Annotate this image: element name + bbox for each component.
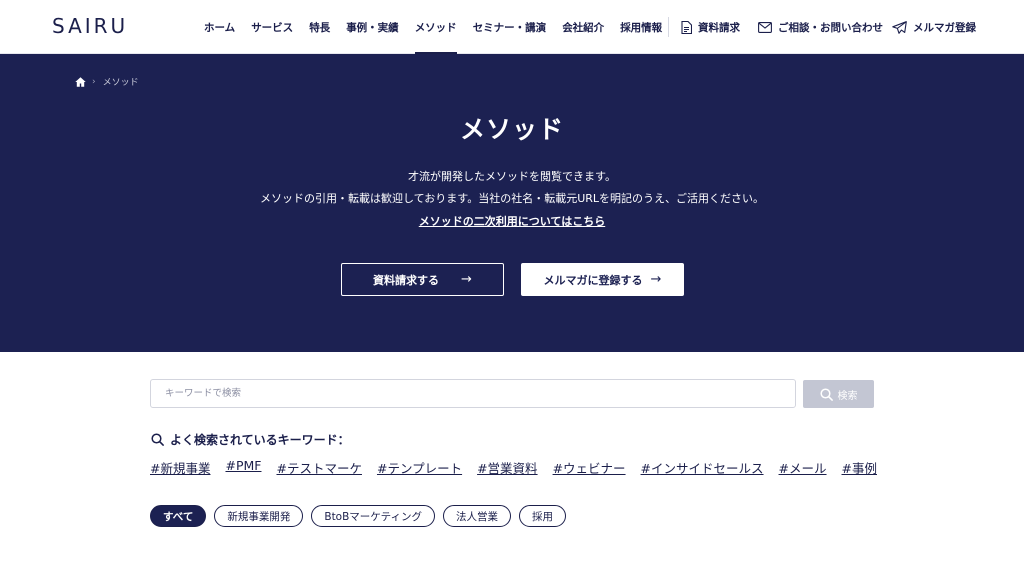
- main-nav: ホーム サービス 特長 事例・実績 メソッド セミナー・講演 会社紹介 採用情報: [204, 0, 678, 54]
- site-header: SAIRU ホーム サービス 特長 事例・実績 メソッド セミナー・講演 会社紹…: [0, 0, 1024, 54]
- search-button-label: 検索: [837, 390, 858, 402]
- keyword-link[interactable]: #事例: [842, 458, 877, 477]
- page-title: メソッド: [459, 115, 564, 144]
- nav-item-features[interactable]: 特長: [309, 0, 330, 54]
- keyword-link[interactable]: #テストマーケ: [276, 458, 361, 477]
- category-chip-corporate-sales[interactable]: 法人営業: [442, 505, 511, 527]
- keyword-link[interactable]: #インサイドセールス: [641, 458, 764, 477]
- secondary-use-link-wrapper: メソッドの二次利用についてはこちら: [0, 213, 1024, 229]
- category-filter: すべて 新規事業開発 BtoBマーケティング 法人営業 採用: [150, 505, 574, 527]
- category-chip-btob-marketing[interactable]: BtoBマーケティング: [311, 505, 435, 527]
- newsletter-link[interactable]: メルマガ登録: [892, 0, 976, 54]
- secondary-use-link[interactable]: メソッドの二次利用についてはこちら: [419, 215, 605, 228]
- nav-item-cases[interactable]: 事例・実績: [346, 0, 399, 54]
- docs-request-label: 資料請求: [698, 21, 740, 34]
- hero-section: › メソッド メソッド 才流が開発したメソッドを閲覧できます。 メソッドの引用・…: [0, 54, 1024, 352]
- docs-request-button-label: 資料請求する: [373, 273, 440, 287]
- nav-item-home[interactable]: ホーム: [204, 0, 235, 54]
- breadcrumb-separator-icon: ›: [92, 76, 96, 87]
- docs-request-link[interactable]: 資料請求: [681, 0, 740, 54]
- nav-item-recruit[interactable]: 採用情報: [620, 0, 662, 54]
- popular-keywords-list: #新規事業 #PMF #テストマーケ #テンプレート #営業資料 #ウェビナー …: [150, 458, 892, 477]
- hero-description-line1: 才流が開発したメソッドを閲覧できます。: [408, 170, 616, 183]
- keyword-link[interactable]: #営業資料: [477, 458, 537, 477]
- newsletter-signup-button[interactable]: メルマガに登録する →: [521, 263, 684, 296]
- nav-item-company[interactable]: 会社紹介: [562, 0, 604, 54]
- keyword-link[interactable]: #PMF: [225, 458, 261, 477]
- category-chip-all[interactable]: すべて: [150, 505, 207, 527]
- keyword-link[interactable]: #ウェビナー: [553, 458, 626, 477]
- category-chip-recruiting[interactable]: 採用: [518, 505, 566, 527]
- contact-link[interactable]: ご相談・お問い合わせ: [758, 0, 883, 54]
- newsletter-label: メルマガ登録: [913, 21, 976, 34]
- nav-item-seminar[interactable]: セミナー・講演: [473, 0, 547, 54]
- nav-item-services[interactable]: サービス: [251, 0, 293, 54]
- arrow-right-icon: →: [461, 272, 472, 287]
- paper-plane-icon: [892, 20, 907, 34]
- mail-icon: [758, 21, 772, 33]
- newsletter-signup-button-label: メルマガに登録する: [543, 273, 643, 287]
- popular-keywords-heading: よく検索されているキーワード：: [151, 431, 350, 448]
- breadcrumb-current: メソッド: [102, 78, 139, 88]
- keyword-link[interactable]: #テンプレート: [377, 458, 462, 477]
- site-logo[interactable]: SAIRU: [52, 14, 128, 38]
- keyword-link[interactable]: #メール: [779, 458, 827, 477]
- home-icon[interactable]: [75, 76, 86, 87]
- search-button[interactable]: 検索: [803, 380, 874, 408]
- search-icon: [819, 387, 833, 401]
- search-input[interactable]: [150, 379, 796, 408]
- keyword-link[interactable]: #新規事業: [150, 458, 210, 477]
- docs-request-button[interactable]: 資料請求する →: [341, 263, 504, 296]
- nav-divider: [668, 17, 669, 37]
- contact-label: ご相談・お問い合わせ: [778, 21, 883, 34]
- arrow-right-icon: →: [650, 272, 662, 287]
- document-icon: [681, 20, 692, 34]
- nav-item-method[interactable]: メソッド: [414, 0, 457, 54]
- search-icon: [151, 433, 164, 446]
- breadcrumb: › メソッド: [75, 75, 139, 88]
- category-chip-new-business[interactable]: 新規事業開発: [214, 505, 304, 527]
- popular-keywords-title: よく検索されているキーワード：: [170, 433, 350, 447]
- hero-description-line2: メソッドの引用・転載は歓迎しております。当社の社名・転載元URLを明記のうえ、ご…: [259, 192, 765, 205]
